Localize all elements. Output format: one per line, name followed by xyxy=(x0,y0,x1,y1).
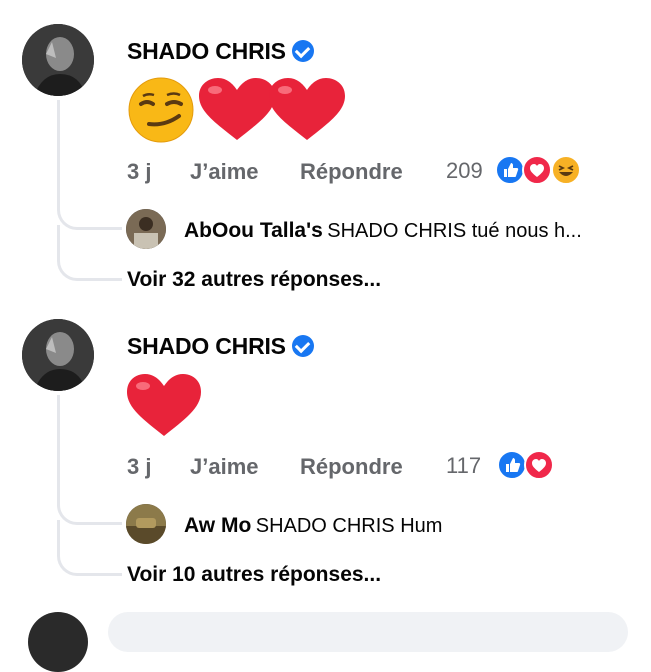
reaction-count[interactable]: 209 xyxy=(446,158,483,184)
reply-avatar[interactable] xyxy=(126,504,166,544)
reaction-icons[interactable] xyxy=(495,155,585,185)
comment-author[interactable]: SHADO CHRIS xyxy=(127,38,286,64)
like-reaction-icon xyxy=(495,155,525,185)
comment-emoji-content xyxy=(127,370,207,442)
reaction-count[interactable]: 117 xyxy=(446,453,481,479)
thread-branch xyxy=(57,225,122,281)
comment-avatar[interactable] xyxy=(22,24,94,96)
comment-emoji-content xyxy=(127,74,347,146)
red-heart-emoji-icon xyxy=(269,78,345,140)
reply-text: SHADO CHRIS tué nous h... xyxy=(327,220,582,242)
comment-header: SHADO CHRIS xyxy=(127,333,314,360)
write-comment-input[interactable] xyxy=(108,612,628,652)
reply-preview[interactable]: AbOou Talla's SHADO CHRIS tué nous h... xyxy=(184,219,582,243)
like-reaction-icon xyxy=(497,450,527,480)
avatar-photo xyxy=(22,319,94,391)
verified-badge-icon xyxy=(291,335,314,357)
smirk-emoji-icon xyxy=(128,77,194,143)
comment-author[interactable]: SHADO CHRIS xyxy=(127,333,286,359)
reply-author[interactable]: AbOou Talla's xyxy=(184,219,323,242)
love-reaction-icon xyxy=(524,450,554,480)
thread-branch xyxy=(57,520,122,576)
like-button[interactable]: J’aime xyxy=(190,159,259,185)
comment-header: SHADO CHRIS xyxy=(127,38,314,65)
reply-text: SHADO CHRIS Hum xyxy=(255,515,443,537)
thread-branch xyxy=(57,175,122,230)
red-heart-emoji-icon xyxy=(127,374,201,436)
view-more-replies-link[interactable]: Voir 10 autres réponses... xyxy=(127,563,381,587)
comment-avatar[interactable] xyxy=(22,319,94,391)
reaction-icons[interactable] xyxy=(497,450,559,480)
reply-button[interactable]: Répondre xyxy=(300,159,403,185)
verified-badge-icon xyxy=(291,40,314,62)
avatar-photo xyxy=(22,24,94,96)
thread-branch xyxy=(57,470,122,525)
thread-line xyxy=(57,395,60,475)
like-button[interactable]: J’aime xyxy=(190,454,259,480)
reply-avatar[interactable] xyxy=(126,209,166,249)
reply-button[interactable]: Répondre xyxy=(300,454,403,480)
reply-preview[interactable]: Aw Mo SHADO CHRIS Hum xyxy=(184,514,442,538)
view-more-replies-link[interactable]: Voir 32 autres réponses... xyxy=(127,268,381,292)
love-reaction-icon xyxy=(522,155,552,185)
haha-reaction-icon xyxy=(551,155,581,185)
comment-time[interactable]: 3 j xyxy=(127,159,151,185)
thread-line xyxy=(57,100,60,180)
reply-author[interactable]: Aw Mo xyxy=(184,514,251,537)
comment-time[interactable]: 3 j xyxy=(127,454,151,480)
current-user-avatar[interactable] xyxy=(28,612,88,672)
red-heart-emoji-icon xyxy=(199,78,275,140)
